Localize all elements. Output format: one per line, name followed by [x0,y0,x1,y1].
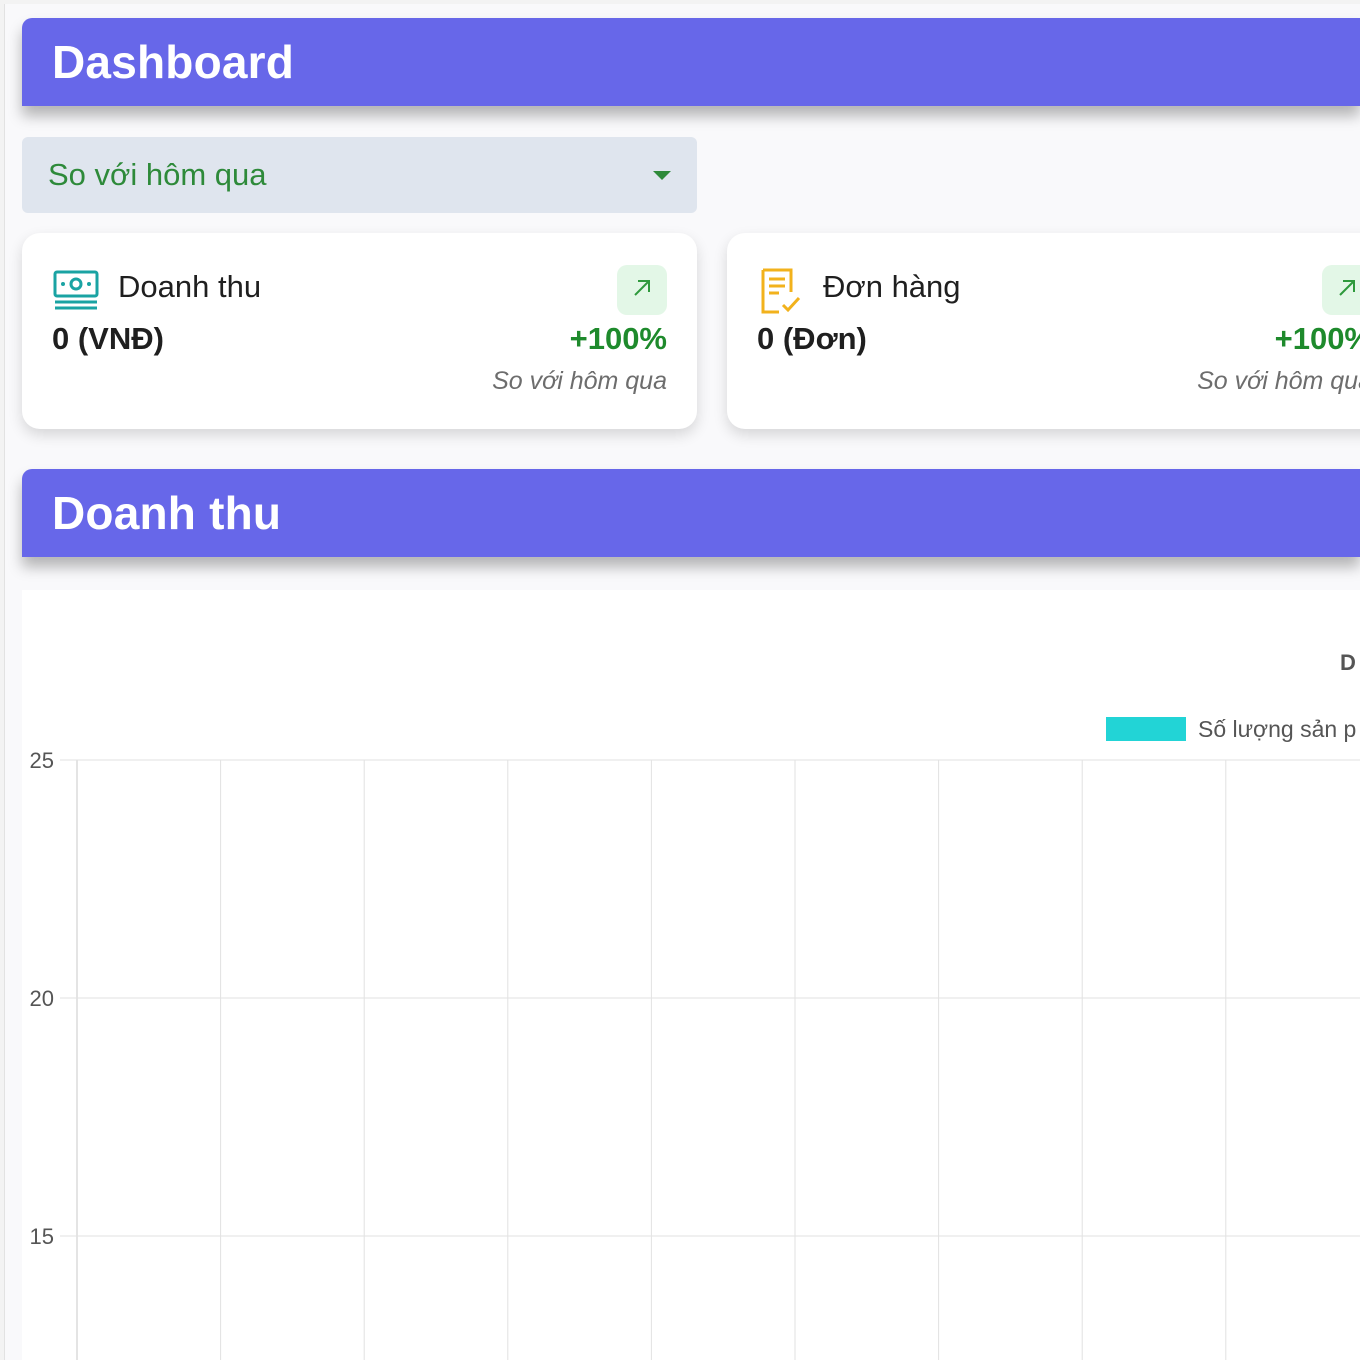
arrow-up-right-icon [630,276,654,305]
chevron-down-icon [653,170,671,180]
order-checklist-icon [757,267,805,315]
orders-change-percent: +100% [1274,321,1360,356]
revenue-card: Doanh thu 0 (VNĐ) +100% So với hôm qua [22,233,697,429]
revenue-card-value: 0 (VNĐ) [52,321,164,356]
orders-trend-button[interactable] [1322,265,1360,315]
dashboard-header: Dashboard [22,18,1360,106]
orders-card-label: Đơn hàng [823,269,961,304]
orders-card: Đơn hàng 0 (Đơn) +100% So với hôm qua [727,233,1360,429]
arrow-up-right-icon [1335,276,1359,305]
revenue-trend-button[interactable] [617,265,667,315]
revenue-section-title: Doanh thu [52,487,282,539]
compare-period-value: So với hôm qua [48,157,267,192]
compare-period-select[interactable]: So với hôm qua [22,137,697,213]
revenue-section-header: Doanh thu [22,469,1360,557]
revenue-chart-area [22,590,1360,1360]
revenue-card-label: Doanh thu [118,269,262,304]
dashboard-title: Dashboard [52,36,295,88]
banknote-icon [52,267,100,315]
orders-card-value: 0 (Đơn) [757,321,867,356]
revenue-change-percent: +100% [569,321,667,356]
revenue-compare-text: So với hôm qua [492,367,667,395]
orders-compare-text: So với hôm qua [1197,367,1360,395]
